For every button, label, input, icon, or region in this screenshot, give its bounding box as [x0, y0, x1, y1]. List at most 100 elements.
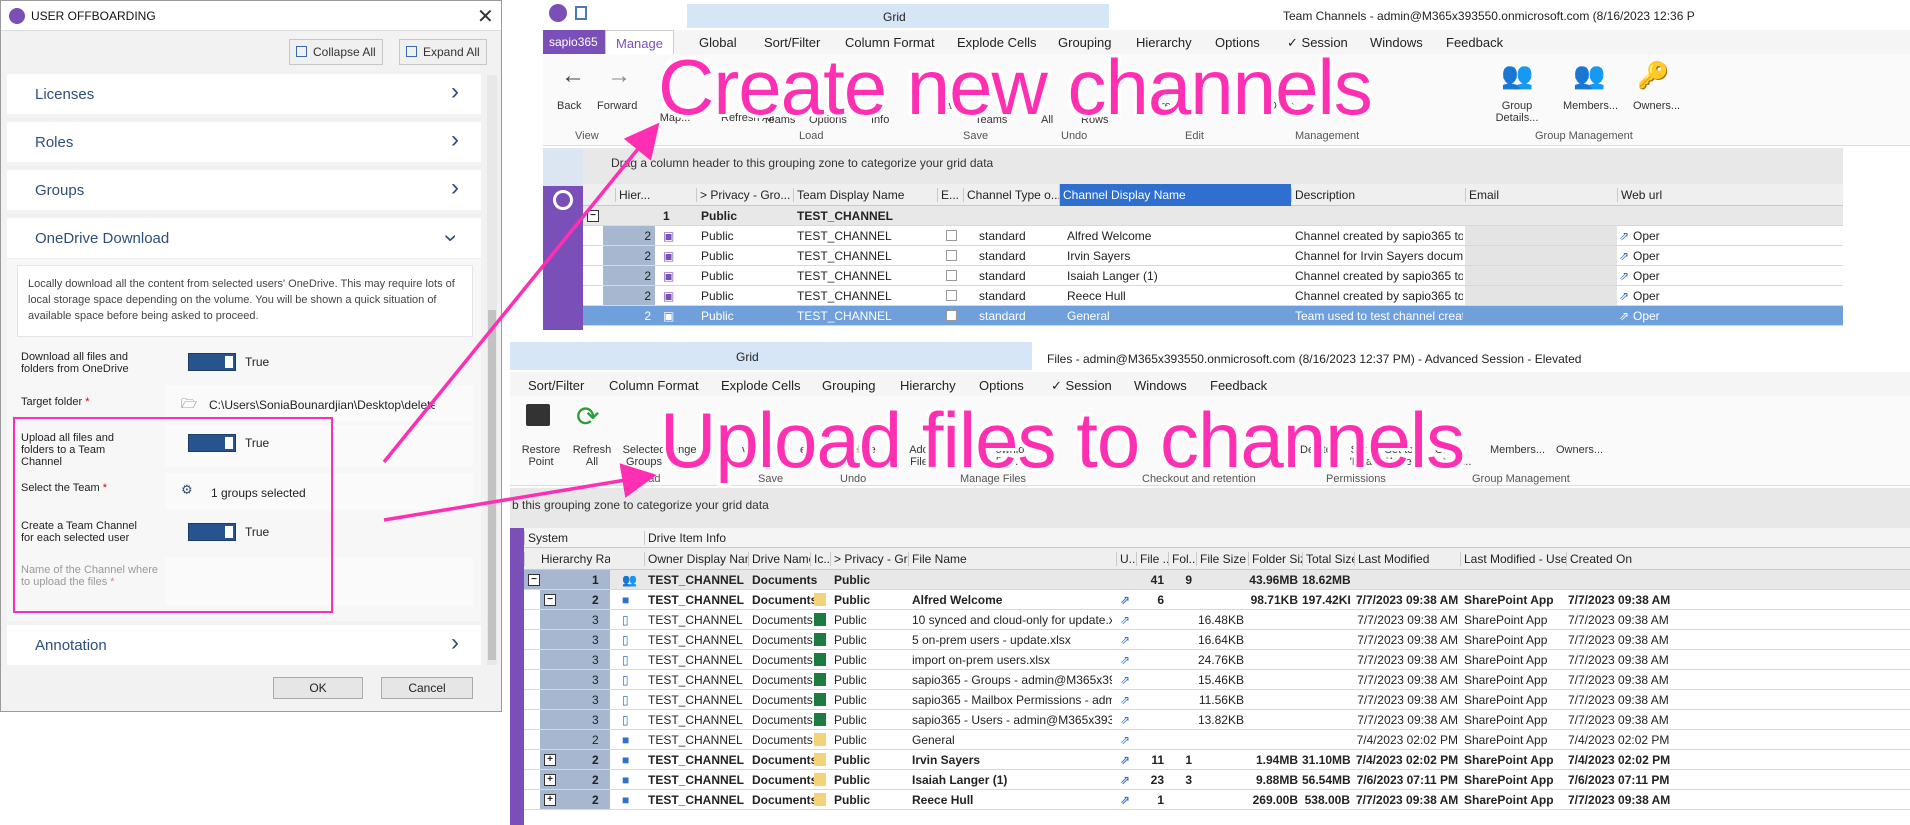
tab-sapio365[interactable]: sapio365: [543, 30, 605, 54]
file-row[interactable]: 3 ▯ TEST_CHANNEL Documents Public sapio365 - …: [524, 690, 1910, 710]
file-row[interactable]: +2 ■ TEST_CHANNEL Documents Public Reece Hull…: [524, 790, 1910, 810]
channel-row[interactable]: 2 ▣ Public TEST_CHANNEL standard Irvin Sayers…: [583, 246, 1843, 266]
col-file-count[interactable]: File ...: [1136, 552, 1168, 566]
col-web-url[interactable]: Web url: [1617, 188, 1667, 202]
ok-button[interactable]: OK: [273, 677, 363, 699]
channel-row[interactable]: 2 ▣ Public TEST_CHANNEL standard General Team …: [583, 306, 1843, 326]
section-roles[interactable]: Roles ›: [7, 122, 481, 162]
scrollbar-thumb[interactable]: [488, 310, 496, 660]
section-annotation[interactable]: Annotation ›: [7, 625, 481, 665]
open-link-icon[interactable]: ⇗: [1120, 713, 1130, 727]
file-row[interactable]: 3 ▯ TEST_CHANNEL Documents Public 10 synced a…: [524, 610, 1910, 630]
tab-hierarchy[interactable]: Hierarchy: [900, 378, 956, 393]
expand-icon[interactable]: +: [544, 774, 556, 786]
section-onedrive-download[interactable]: OneDrive Download ›: [7, 218, 481, 258]
download-toggle[interactable]: [188, 353, 236, 371]
file-row[interactable]: 3 ▯ TEST_CHANNEL Documents Public 5 on-prem u…: [524, 630, 1910, 650]
open-link-icon[interactable]: ⇗: [1120, 793, 1130, 807]
expand-all-button[interactable]: Expand All: [399, 39, 487, 65]
row-checkbox[interactable]: [946, 230, 957, 241]
file-row[interactable]: 3 ▯ TEST_CHANNEL Documents Public import on-p…: [524, 650, 1910, 670]
open-link-icon[interactable]: ⇗: [1619, 249, 1629, 263]
owners-button[interactable]: Owners...: [1556, 444, 1603, 456]
tab-windows[interactable]: Windows: [1370, 35, 1423, 50]
open-link-icon[interactable]: ⇗: [1120, 653, 1130, 667]
col-e[interactable]: E...: [937, 188, 963, 202]
open-link-icon[interactable]: ⇗: [1120, 773, 1130, 787]
file-row[interactable]: − 1 👥 TEST_CHANNEL Documents Public 41 9 43.96MB…: [524, 570, 1910, 590]
members-button[interactable]: Members...: [1563, 100, 1618, 112]
expand-icon[interactable]: +: [544, 794, 556, 806]
col-file-name[interactable]: File Name: [908, 552, 1116, 566]
view-toggle[interactable]: [543, 148, 583, 186]
tab-column-format[interactable]: Column Format: [609, 378, 699, 393]
grouping-zone[interactable]: b this grouping zone to categorize your …: [510, 488, 1910, 528]
col-folder-size[interactable]: Folder Size: [1248, 552, 1302, 566]
channel-row[interactable]: 2 ▣ Public TEST_CHANNEL standard Reece Hull Ch…: [583, 286, 1843, 306]
open-link-icon[interactable]: ⇗: [1120, 613, 1130, 627]
col-description[interactable]: Description: [1291, 188, 1465, 202]
file-row[interactable]: − 2 ■ TEST_CHANNEL Documents Public Alfred Wel…: [524, 590, 1910, 610]
row-checkbox[interactable]: [946, 250, 957, 261]
members-button[interactable]: Members...: [1490, 444, 1545, 456]
tab-feedback[interactable]: Feedback: [1446, 35, 1503, 50]
open-link-icon[interactable]: ⇗: [1619, 289, 1629, 303]
owners-button[interactable]: Owners...: [1633, 100, 1680, 112]
col-total-size[interactable]: Total Size: [1302, 552, 1354, 566]
collapse-icon[interactable]: −: [528, 574, 540, 586]
window-icon[interactable]: [575, 6, 587, 20]
file-row[interactable]: +2 ■ TEST_CHANNEL Documents Public Irvin Saye…: [524, 750, 1910, 770]
row-checkbox[interactable]: [946, 310, 957, 321]
back-button[interactable]: Back: [557, 100, 581, 112]
tab-sort-filter[interactable]: Sort/Filter: [528, 378, 584, 393]
open-link-icon[interactable]: ⇗: [1120, 733, 1130, 747]
col-u[interactable]: U...: [1116, 552, 1136, 566]
col-hierarchy-rank[interactable]: Hierarchy Ra...: [524, 552, 610, 566]
col-channel-type[interactable]: Channel Type o...: [963, 188, 1059, 202]
col-channel-display-name[interactable]: Channel Display Name: [1059, 184, 1291, 206]
open-link-icon[interactable]: ⇗: [1619, 309, 1629, 323]
refresh-all-button[interactable]: Refresh All: [572, 444, 612, 468]
tab-session[interactable]: ✓ Session: [1051, 378, 1112, 394]
collapse-icon[interactable]: −: [587, 210, 599, 222]
tab-grouping[interactable]: Grouping: [822, 378, 875, 393]
cancel-button[interactable]: Cancel: [381, 677, 473, 699]
col-drive-name[interactable]: Drive Name: [748, 552, 810, 566]
file-row[interactable]: +2 ■ TEST_CHANNEL Documents Public Isaiah Lan…: [524, 770, 1910, 790]
col-folder-count[interactable]: Fol...: [1168, 552, 1196, 566]
channel-row[interactable]: 2 ▣ Public TEST_CHANNEL standard Isaiah Lange…: [583, 266, 1843, 286]
row-checkbox[interactable]: [946, 290, 957, 301]
open-link-icon[interactable]: ⇗: [1120, 753, 1130, 767]
tab-explode-cells[interactable]: Explode Cells: [721, 378, 801, 393]
row-checkbox[interactable]: [946, 270, 957, 281]
collapse-icon[interactable]: −: [544, 594, 556, 606]
dialog-scrollbar[interactable]: [487, 75, 497, 665]
open-link-icon[interactable]: ⇗: [1619, 229, 1629, 243]
section-licenses[interactable]: Licenses ›: [7, 74, 481, 114]
col-privacy[interactable]: > Privacy - Gro...: [696, 188, 793, 202]
open-link-icon[interactable]: ⇗: [1619, 269, 1629, 283]
open-link-icon[interactable]: ⇗: [1120, 633, 1130, 647]
col-owner-display-name[interactable]: Owner Display Name: [644, 552, 748, 566]
col-last-modified-user[interactable]: Last Modified - Usern...: [1460, 552, 1566, 566]
col-icon[interactable]: Ic...: [810, 552, 830, 566]
file-row[interactable]: 3 ▯ TEST_CHANNEL Documents Public sapio365 - …: [524, 710, 1910, 730]
expand-icon[interactable]: +: [544, 754, 556, 766]
tab-windows[interactable]: Windows: [1134, 378, 1187, 393]
tab-feedback[interactable]: Feedback: [1210, 378, 1267, 393]
grouping-zone[interactable]: Drag a column header to this grouping zo…: [583, 148, 1843, 186]
open-link-icon[interactable]: ⇗: [1120, 673, 1130, 687]
close-icon[interactable]: ✕: [477, 4, 494, 29]
col-file-size[interactable]: File Size: [1196, 552, 1248, 566]
channel-row[interactable]: 2 ▣ Public TEST_CHANNEL standard Alfred Welco…: [583, 226, 1843, 246]
top-group-row[interactable]: − 1 Public TEST_CHANNEL: [583, 206, 1843, 226]
col-privacy[interactable]: > Privacy - Gro...: [830, 552, 908, 566]
section-groups[interactable]: Groups ›: [7, 170, 481, 210]
col-email[interactable]: Email: [1465, 188, 1617, 202]
settings-gear-icon[interactable]: [553, 190, 573, 210]
collapse-all-button[interactable]: Collapse All: [289, 39, 383, 65]
col-team-display-name[interactable]: Team Display Name: [793, 188, 937, 202]
group-details-button[interactable]: Group Details...: [1495, 100, 1539, 124]
open-link-icon[interactable]: ⇗: [1120, 693, 1130, 707]
forward-button[interactable]: Forward: [597, 100, 637, 112]
